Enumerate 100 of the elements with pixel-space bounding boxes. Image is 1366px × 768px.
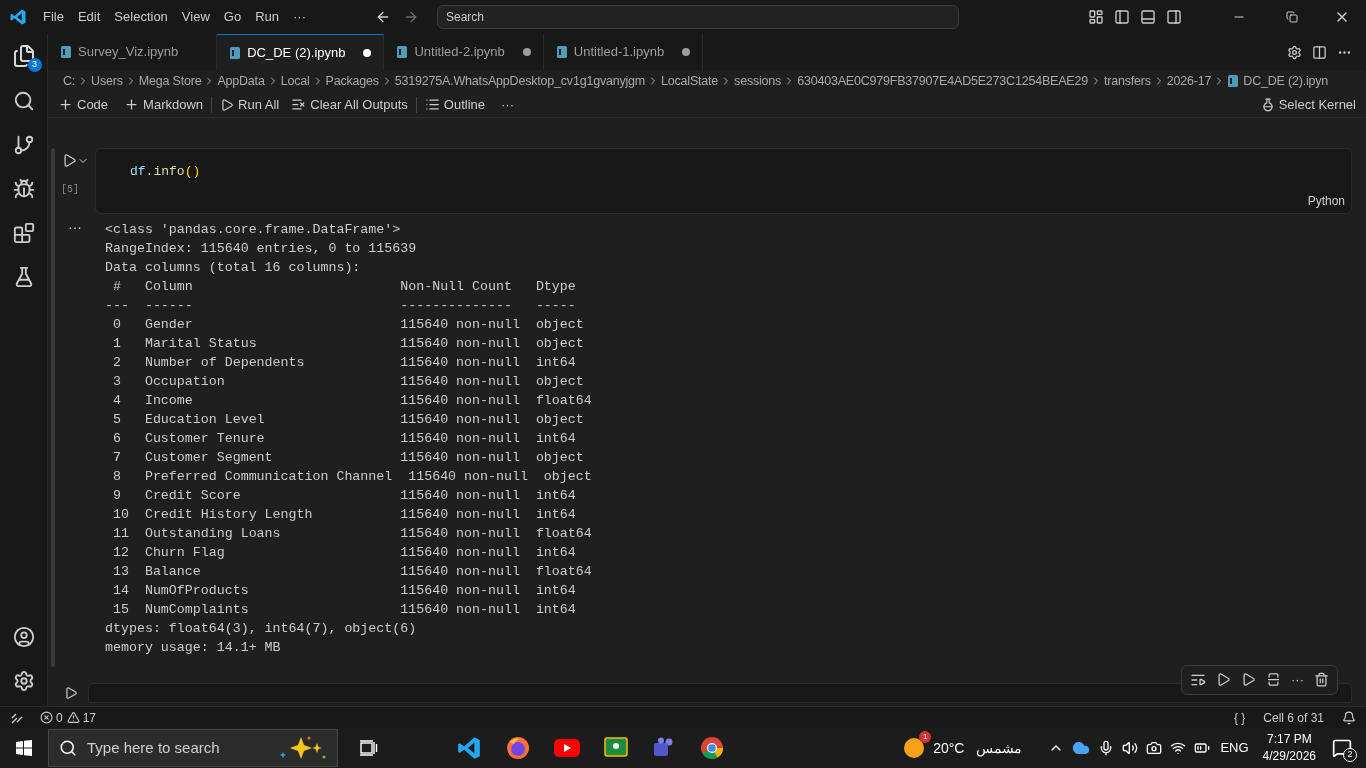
breadcrumb-item[interactable]: 630403AE0C979FB37907E4AD5E273C1254BEAE29 (797, 71, 1088, 91)
output-line: RangeIndex: 115640 entries, 0 to 115639 (105, 240, 418, 258)
error-icon[interactable] (40, 711, 53, 724)
split-cell-icon[interactable] (1266, 672, 1281, 688)
clock[interactable]: 7:17 PM 4/29/2026 (1262, 731, 1316, 765)
search-bar[interactable]: Type here to search (48, 729, 338, 767)
wifi-icon[interactable] (1170, 740, 1187, 756)
run-up-icon[interactable] (1216, 672, 1231, 688)
code-cell[interactable]: df.info() Python (95, 148, 1352, 214)
menu-item[interactable]: ··· (286, 7, 313, 27)
branch-icon[interactable] (12, 134, 35, 156)
battery-icon[interactable] (1194, 740, 1211, 756)
warning-icon[interactable] (66, 711, 80, 724)
layout-icon[interactable] (1088, 9, 1104, 25)
search-icon[interactable] (59, 739, 77, 757)
breadcrumb-item[interactable]: LocalState (661, 71, 719, 91)
debug-icon[interactable] (12, 178, 35, 200)
panel-bottom-icon[interactable] (1140, 9, 1156, 25)
speaker-icon[interactable] (1122, 740, 1139, 756)
breadcrumb-item[interactable]: 2026-17 (1166, 71, 1212, 91)
menu-item[interactable]: Run (248, 7, 286, 27)
settings-icon[interactable] (12, 670, 35, 692)
output-line: 8 Preferred Communication Channel 115640 non-null object (111, 468, 593, 486)
run-all-button[interactable]: Run All (220, 94, 280, 115)
breadcrumb-item[interactable]: sessions (734, 71, 782, 91)
chrome-app-icon[interactable] (700, 736, 724, 760)
files-icon[interactable] (11, 44, 36, 68)
restore-icon[interactable] (1286, 11, 1298, 23)
settings-icon[interactable] (1287, 44, 1302, 60)
add-code-button[interactable]: Code (58, 94, 109, 115)
breadcrumb-item[interactable]: Users (91, 71, 123, 91)
notification-badge: 3 (27, 58, 42, 72)
breadcrumb-item[interactable]: C: (63, 71, 76, 91)
menu-item[interactable]: Go (216, 7, 249, 27)
extensions-icon[interactable] (12, 222, 35, 244)
breadcrumb-item[interactable]: DC_DE (2).ipyn (1243, 71, 1329, 91)
notifications-icon[interactable] (1332, 738, 1352, 758)
cloud-icon[interactable] (1072, 739, 1091, 757)
language-label[interactable]: Python (1307, 192, 1345, 210)
breadcrumb-item[interactable]: 5319275A.WhatsAppDesktop_cv1g1gvanyjgm (394, 71, 646, 91)
forward-icon[interactable] (403, 9, 419, 25)
breadcrumb-item[interactable]: transfers (1104, 71, 1151, 91)
video-app-icon[interactable] (554, 739, 580, 757)
output-line: 4 Income 115640 non-null float64 (111, 392, 593, 410)
braces-indicator[interactable]: { } (1233, 708, 1246, 727)
cell-position[interactable]: Cell 6 of 31 (1263, 708, 1324, 727)
clear-outputs-button[interactable]: Clear All Outputs (291, 94, 408, 115)
code-cell[interactable] (88, 683, 1352, 703)
code-editor-app-icon[interactable] (456, 735, 482, 761)
run-down-icon[interactable] (1241, 672, 1256, 688)
tab-label: Survey_Viz.ipynb (78, 43, 179, 62)
editor-tab[interactable]: Untitled-1.ipynb (543, 34, 704, 70)
outline-button[interactable]: Outline (424, 94, 485, 115)
breadcrumb-item[interactable]: AppData (217, 71, 265, 91)
search-input[interactable]: Type here to search (87, 736, 269, 760)
board-app-icon[interactable] (604, 737, 628, 759)
temperature[interactable]: 20°C (933, 737, 965, 759)
bell-icon[interactable] (1342, 710, 1356, 725)
breadcrumb-item[interactable]: Packages (325, 71, 379, 91)
panel-left-icon[interactable] (1114, 9, 1130, 25)
search-icon[interactable] (12, 90, 35, 112)
error-count[interactable]: 0 (56, 708, 63, 727)
menu-item[interactable]: View (174, 7, 217, 27)
breadcrumb-item[interactable]: Mega Store (138, 71, 202, 91)
output-line: # Column Non-Null Count Dtype (111, 278, 577, 296)
output-line: 14 NumOfProducts 115640 non-null int64 (111, 582, 577, 600)
output-line: 9 Credit Score 115640 non-null int64 (111, 487, 577, 505)
browser-app-icon[interactable] (506, 736, 530, 760)
warning-count[interactable]: 17 (82, 708, 97, 727)
weather-badge: 1 (919, 731, 932, 743)
output-more[interactable]: ··· (68, 220, 82, 667)
output-line: --- ------ -------------- ----- (105, 297, 577, 315)
menu-item[interactable]: Edit (70, 7, 108, 27)
run-cell-icon[interactable] (64, 686, 78, 700)
more-button[interactable]: ··· (1291, 670, 1304, 690)
plus-icon (58, 97, 73, 112)
account-icon[interactable] (12, 626, 35, 648)
back-icon[interactable] (375, 9, 391, 25)
breadcrumb-item[interactable]: Local (280, 71, 310, 91)
editor-tab[interactable]: DC_DE (2).ipynb (217, 34, 385, 70)
run-cell-icon[interactable] (61, 153, 77, 168)
panel-right-icon[interactable] (1166, 9, 1182, 25)
select-kernel-button[interactable]: Select Kernel (1260, 94, 1356, 115)
camera-icon[interactable] (1146, 740, 1163, 756)
editor-tab[interactable]: Untitled-2.ipynb (384, 34, 544, 70)
search-field[interactable]: Search (437, 5, 959, 29)
task-view-icon[interactable] (360, 740, 378, 756)
run-icon (220, 97, 235, 112)
windows-icon[interactable] (16, 740, 32, 756)
menu-item[interactable]: File (36, 7, 71, 27)
sun-icon[interactable] (903, 737, 926, 759)
split-editor-icon[interactable] (1312, 44, 1327, 60)
add-markdown-button[interactable]: Markdown (124, 94, 204, 115)
weather-text[interactable]: مشمس (976, 737, 1023, 759)
language-indicator[interactable]: ENG (1220, 738, 1249, 758)
more-button[interactable]: ··· (501, 94, 514, 115)
notebook-icon (60, 45, 72, 59)
menu-item[interactable]: Selection (107, 7, 175, 27)
output-line: 10 Credit History Length 115640 non-null int64 (111, 506, 577, 524)
delete-icon[interactable] (1314, 672, 1329, 688)
